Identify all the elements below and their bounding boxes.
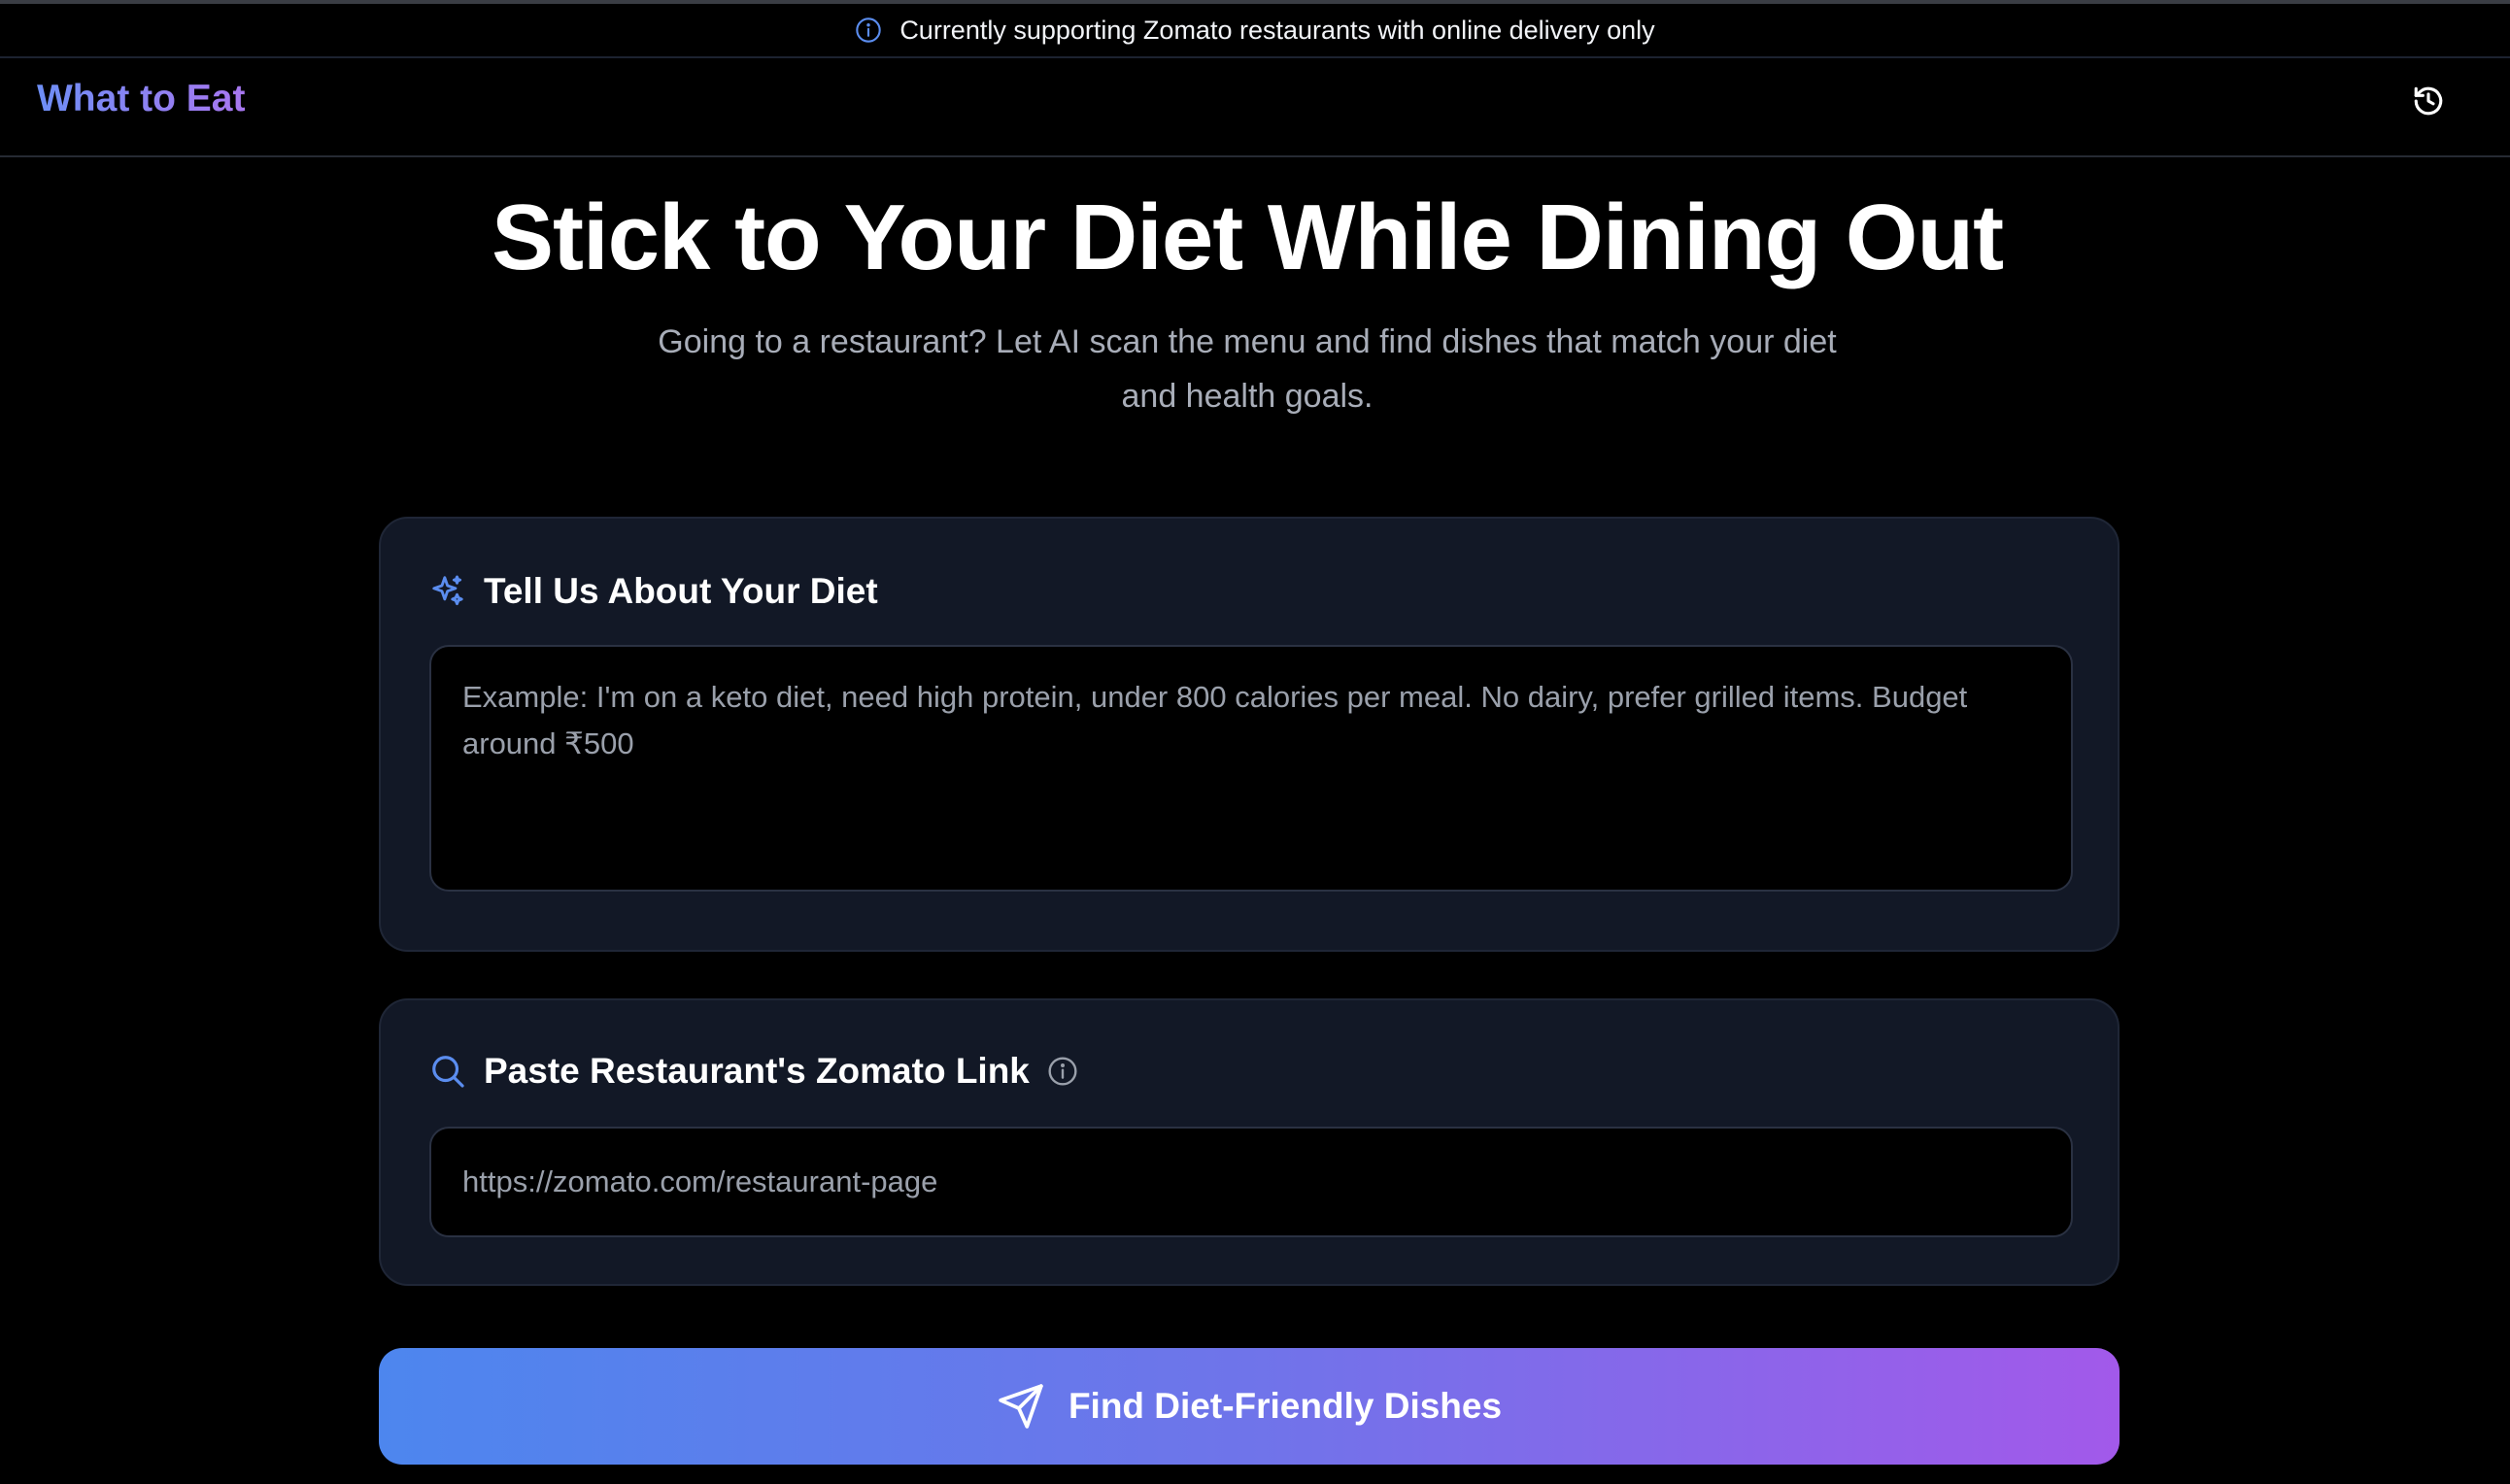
history-button[interactable]	[2407, 82, 2450, 124]
find-dishes-button[interactable]: Find Diet-Friendly Dishes	[379, 1348, 2120, 1465]
search-icon	[429, 1053, 466, 1090]
history-icon	[2412, 84, 2445, 122]
info-icon[interactable]	[1047, 1056, 1078, 1087]
brand-logo[interactable]: What to Eat	[37, 78, 245, 120]
diet-card-title: Tell Us About Your Diet	[484, 571, 878, 611]
banner-text: Currently supporting Zomato restaurants …	[899, 15, 1655, 45]
send-icon	[997, 1382, 1045, 1431]
link-card-header: Paste Restaurant's Zomato Link	[429, 1051, 1078, 1092]
zomato-link-input[interactable]	[429, 1127, 2073, 1237]
diet-card: Tell Us About Your Diet	[379, 517, 2120, 952]
info-icon	[855, 17, 882, 44]
restaurant-link-card: Paste Restaurant's Zomato Link	[379, 998, 2120, 1286]
link-card-title: Paste Restaurant's Zomato Link	[484, 1051, 1030, 1091]
page-subtitle: Going to a restaurant? Let AI scan the m…	[616, 315, 1879, 423]
page-title: Stick to Your Diet While Dining Out	[491, 186, 2004, 289]
diet-description-input[interactable]	[429, 645, 2073, 892]
page-subtitle-line-1: Going to a restaurant? Let AI scan the m…	[658, 323, 1837, 360]
info-banner: Currently supporting Zomato restaurants …	[0, 4, 2510, 58]
find-dishes-label: Find Diet-Friendly Dishes	[1068, 1386, 1503, 1426]
sparkles-icon	[429, 573, 466, 610]
diet-card-header: Tell Us About Your Diet	[429, 571, 878, 612]
top-navbar: What to Eat	[0, 58, 2510, 157]
page-subtitle-line-2: and health goals.	[1121, 378, 1374, 415]
